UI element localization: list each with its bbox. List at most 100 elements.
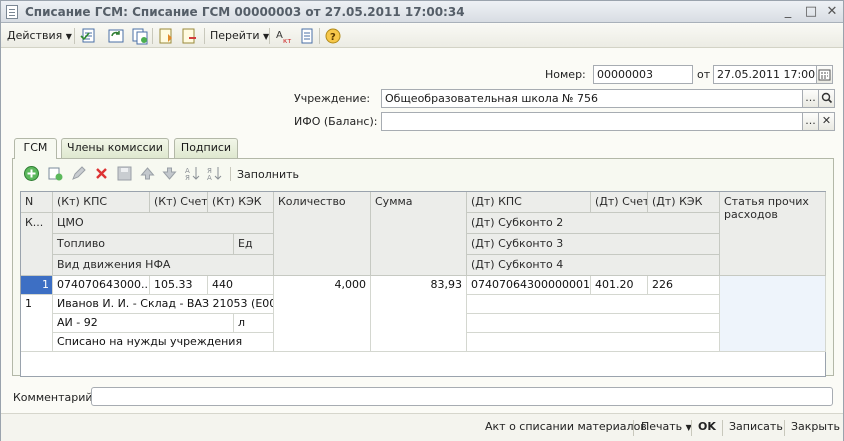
grid-toolbar-divider <box>230 167 231 181</box>
col-header-kt-schet[interactable]: (Кт) Счет <box>150 192 208 213</box>
col-header-summa[interactable]: Сумма <box>371 192 467 276</box>
copy-doc-icon[interactable] <box>131 27 149 45</box>
toolbar-divider <box>269 28 270 44</box>
cell-dt-kek[interactable]: 226 <box>648 276 720 295</box>
actions-menu-label: Действия <box>7 29 63 42</box>
col-header-statya[interactable]: Статья прочих расходов <box>720 192 826 276</box>
post-icon[interactable] <box>80 27 98 45</box>
svg-text:A: A <box>276 30 283 41</box>
ifo-clear-button[interactable]: ✕ <box>818 112 835 131</box>
cell-ed[interactable]: л <box>234 314 274 333</box>
ellipsis-icon: ... <box>805 91 816 104</box>
cell-k[interactable]: 1 <box>21 295 53 352</box>
date-label: от <box>697 68 711 81</box>
cell-kt-kps[interactable]: 074070643000... <box>53 276 150 295</box>
svg-text:?: ? <box>330 32 336 43</box>
svg-text:кт: кт <box>283 37 291 45</box>
svg-text:А: А <box>207 174 212 182</box>
cell-statya[interactable] <box>720 276 826 352</box>
ifo-select-button[interactable]: ... <box>802 112 819 131</box>
close-window-button[interactable]: ✕ <box>823 4 841 20</box>
institution-field[interactable]: Общеобразовательная школа № 756 <box>381 89 803 108</box>
svg-text:Я: Я <box>185 174 190 182</box>
act-button[interactable]: Акт о списании материалов <box>485 420 647 433</box>
col-header-kolichestvo[interactable]: Количество <box>274 192 371 276</box>
cell-dt-sub2[interactable] <box>467 295 720 314</box>
cell-kt-schet[interactable]: 105.33 <box>150 276 208 295</box>
tab-commission[interactable]: Члены комиссии <box>61 138 169 158</box>
sort-desc-icon[interactable]: ЯА <box>206 165 223 182</box>
move-down-icon[interactable] <box>161 165 178 182</box>
comment-field[interactable] <box>91 387 833 406</box>
cell-toplivo[interactable]: АИ - 92 <box>53 314 234 333</box>
fill-button[interactable]: Заполнить <box>237 168 299 181</box>
add-row-icon[interactable] <box>23 165 40 182</box>
date-field[interactable]: 27.05.2011 17:00:34 <box>713 65 817 84</box>
row-number[interactable]: 1 <box>21 276 53 295</box>
institution-label: Учреждение: <box>294 92 371 105</box>
ok-button[interactable]: OK <box>698 420 716 433</box>
save-button[interactable]: Записать <box>729 420 783 433</box>
footer-bar: Акт о списании материалов Печать ▼ OK За… <box>1 413 843 441</box>
institution-open-button[interactable] <box>818 89 835 108</box>
col-header-toplivo[interactable]: Топливо <box>53 234 234 255</box>
goto-menu[interactable]: Перейти ▼ <box>210 26 269 46</box>
col-header-k[interactable]: К... <box>21 213 53 276</box>
sort-asc-icon[interactable]: АЯ <box>184 165 201 182</box>
col-header-dt-kps[interactable]: (Дт) КПС <box>467 192 591 213</box>
report-icon[interactable] <box>298 27 316 45</box>
col-header-dt-sub4[interactable]: (Дт) Субконто 4 <box>467 255 720 276</box>
cell-vid[interactable]: Списано на нужды учреждения <box>53 333 274 352</box>
col-header-ed[interactable]: Ед <box>234 234 274 255</box>
col-header-cmo[interactable]: ЦМО <box>53 213 274 234</box>
cell-dt-sub4[interactable] <box>467 333 720 352</box>
cell-kolichestvo[interactable]: 4,000 <box>274 276 371 352</box>
cell-dt-kps[interactable]: 07407064300000001 <box>467 276 591 295</box>
save-row-icon[interactable] <box>116 165 133 182</box>
calendar-button[interactable] <box>816 65 833 84</box>
col-header-kt-kek[interactable]: (Кт) КЭК <box>208 192 274 213</box>
ifo-field[interactable] <box>381 112 803 131</box>
move-up-icon[interactable] <box>139 165 156 182</box>
calendar-icon <box>818 69 831 81</box>
toolbar-divider <box>204 28 205 44</box>
ellipsis-icon: ... <box>805 114 816 127</box>
edit-row-icon[interactable] <box>70 165 87 182</box>
delete-row-icon[interactable] <box>93 165 110 182</box>
col-header-dt-kek[interactable]: (Дт) КЭК <box>648 192 720 213</box>
footer-divider <box>722 420 723 436</box>
tab-gsm[interactable]: ГСМ <box>14 138 57 159</box>
col-header-dt-sub2[interactable]: (Дт) Субконто 2 <box>467 213 720 234</box>
cell-dt-schet[interactable]: 401.20 <box>591 276 648 295</box>
institution-select-button[interactable]: ... <box>802 89 819 108</box>
document-icon <box>6 5 18 19</box>
import-icon[interactable] <box>157 27 175 45</box>
col-header-vid[interactable]: Вид движения НФА <box>53 255 274 276</box>
goto-menu-label: Перейти <box>210 29 260 42</box>
tab-signatures[interactable]: Подписи <box>174 138 238 158</box>
print-menu[interactable]: Печать ▼ <box>641 420 692 433</box>
ifo-label: ИФО (Баланс): <box>294 115 378 128</box>
col-header-n[interactable]: N <box>21 192 53 213</box>
search-icon <box>821 92 832 104</box>
gsm-table: N (Кт) КПС (Кт) Счет (Кт) КЭК Количество… <box>20 191 826 377</box>
export-icon[interactable] <box>180 27 198 45</box>
col-header-kt-kps[interactable]: (Кт) КПС <box>53 192 150 213</box>
refresh-icon[interactable] <box>107 27 125 45</box>
maximize-button[interactable]: □ <box>802 4 820 20</box>
col-header-dt-sub3[interactable]: (Дт) Субконто 3 <box>467 234 720 255</box>
minimize-button[interactable]: _ <box>779 4 797 20</box>
copy-row-icon[interactable] <box>47 165 64 182</box>
toolbar-divider <box>319 28 320 44</box>
col-header-dt-schet[interactable]: (Дт) Счет <box>591 192 648 213</box>
close-button[interactable]: Закрыть <box>791 420 840 433</box>
cell-dt-sub3[interactable] <box>467 314 720 333</box>
cell-summa[interactable]: 83,93 <box>371 276 467 352</box>
struct-icon[interactable]: Aкт <box>275 27 293 45</box>
number-field[interactable]: 00000003 <box>593 65 693 84</box>
actions-menu[interactable]: Действия ▼ <box>7 26 72 46</box>
print-menu-label: Печать <box>641 420 683 433</box>
cell-cmo[interactable]: Иванов И. И. - Склад - ВАЗ 21053 (Е007..… <box>53 295 274 314</box>
cell-kt-kek[interactable]: 440 <box>208 276 274 295</box>
help-icon[interactable]: ? <box>324 27 342 45</box>
